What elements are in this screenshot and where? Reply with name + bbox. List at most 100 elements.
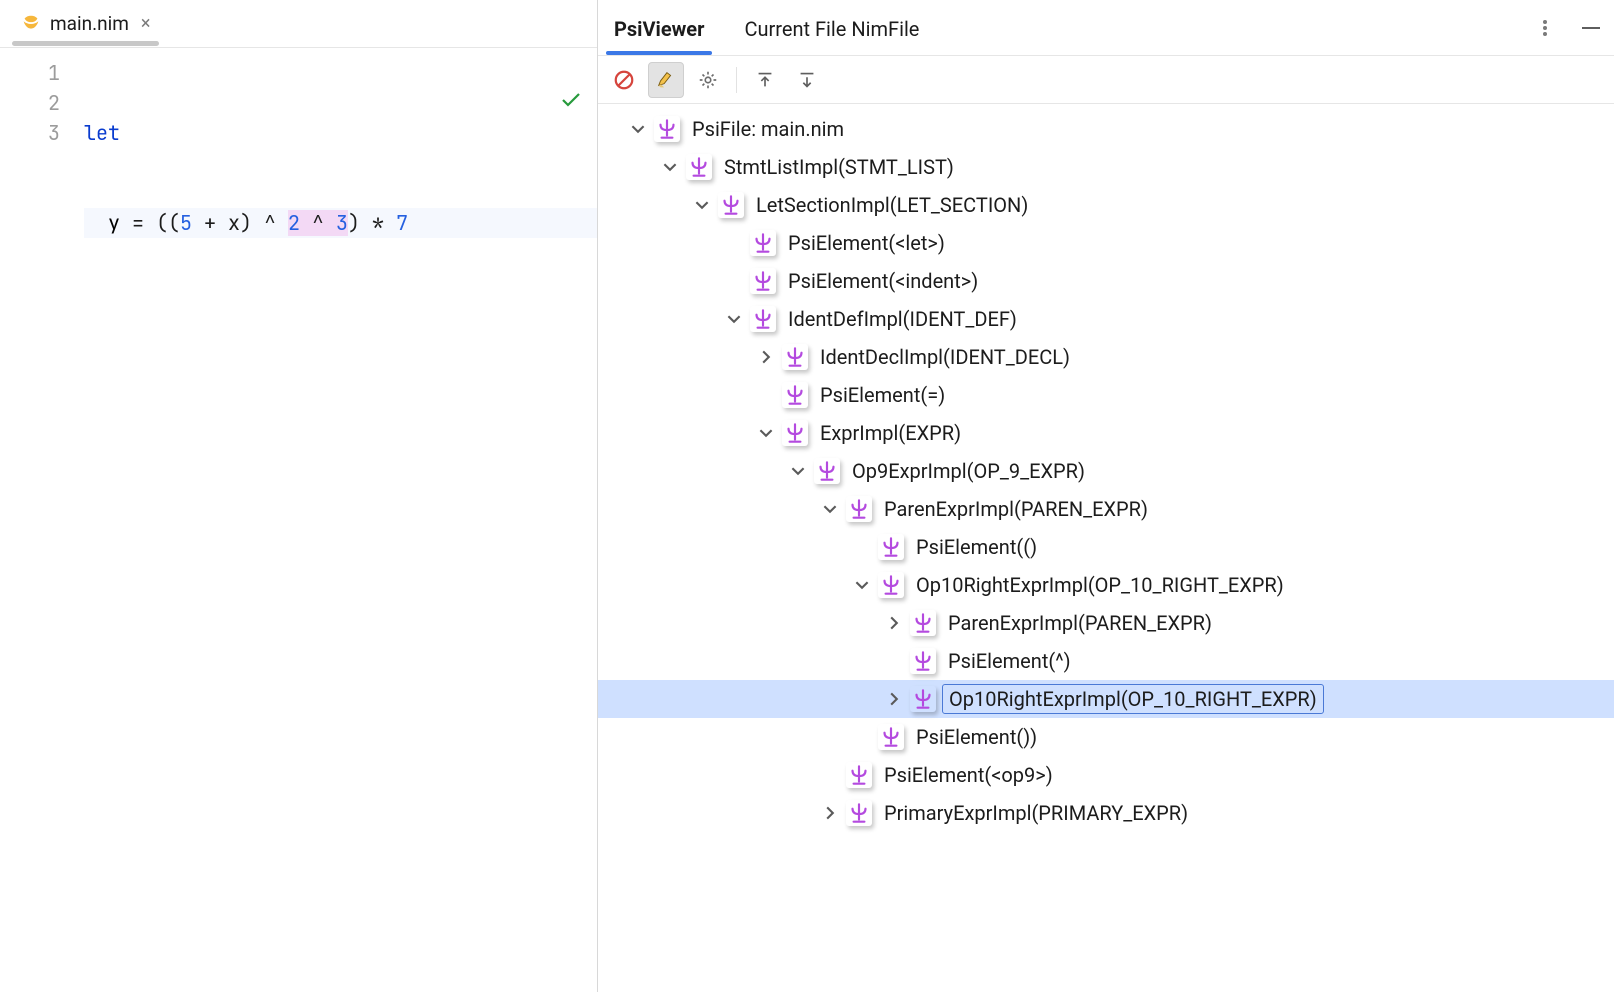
tree-row[interactable]: PsiElement(=) [598,376,1614,414]
psi-icon [750,268,776,294]
chevron-down-icon[interactable] [852,575,872,595]
tree-row[interactable]: ParenExprImpl(PAREN_EXPR) [598,490,1614,528]
twistie-none [820,765,840,785]
tree-row[interactable]: Op9ExprImpl(OP_9_EXPR) [598,452,1614,490]
tree-row[interactable]: PsiElement(<op9>) [598,756,1614,794]
psi-toolbar [598,56,1614,104]
tree-node-label: PsiElement(() [910,533,1043,561]
tree-row[interactable]: PsiElement(<indent>) [598,262,1614,300]
code-line: y = ((5 + x) ^ 2 ^ 3) * 7 [84,208,597,238]
tab-underline [12,41,159,46]
editor-tabs: main.nim × [0,0,597,48]
check-icon[interactable] [444,58,583,150]
psi-icon [910,610,936,636]
psi-tabs: PsiViewer Current File NimFile [610,0,923,55]
tree-node-label: PsiElement()) [910,723,1043,751]
tree-node-label: ParenExprImpl(PAREN_EXPR) [878,495,1154,523]
tree-node-label: PsiElement(^) [942,647,1077,675]
tree-node-label: PsiElement(=) [814,381,951,409]
chevron-down-icon[interactable] [820,499,840,519]
psi-icon [846,762,872,788]
twistie-none [852,537,872,557]
tree-row[interactable]: PsiFile: main.nim [598,110,1614,148]
tab-psiviewer[interactable]: PsiViewer [610,17,708,55]
twistie-none [852,727,872,747]
block-icon[interactable] [606,62,642,98]
tree-row[interactable]: PsiElement(^) [598,642,1614,680]
editor-tab-label: main.nim [50,12,129,35]
tree-node-label: Op10RightExprImpl(OP_10_RIGHT_EXPR) [910,571,1290,599]
psi-icon [910,686,936,712]
psi-icon [782,344,808,370]
tree-row[interactable]: Op10RightExprImpl(OP_10_RIGHT_EXPR) [598,680,1614,718]
tree-row[interactable]: PsiElement()) [598,718,1614,756]
tree-row[interactable]: PrimaryExprImpl(PRIMARY_EXPR) [598,794,1614,832]
psi-icon [910,648,936,674]
line-number: 2 [0,88,60,118]
tree-row[interactable]: IdentDefImpl(IDENT_DEF) [598,300,1614,338]
line-number: 3 [0,118,60,148]
psi-icon [846,496,872,522]
tree-row[interactable]: LetSectionImpl(LET_SECTION) [598,186,1614,224]
tree-node-label: PsiElement(<let>) [782,229,951,257]
psi-icon [814,458,840,484]
chevron-down-icon[interactable] [660,157,680,177]
highlight-icon[interactable] [648,62,684,98]
settings-icon[interactable] [690,62,726,98]
chevron-right-icon[interactable] [820,803,840,823]
tree-node-label: StmtListImpl(STMT_LIST) [718,153,960,181]
chevron-down-icon[interactable] [692,195,712,215]
psi-header-actions [1534,17,1602,39]
tree-node-label: Op10RightExprImpl(OP_10_RIGHT_EXPR) [942,684,1324,714]
chevron-down-icon[interactable] [724,309,744,329]
minimize-icon[interactable] [1580,17,1602,39]
psi-icon [654,116,680,142]
gutter: 1 2 3 [0,48,84,992]
psi-icon [782,382,808,408]
tree-node-label: IdentDefImpl(IDENT_DEF) [782,305,1023,333]
nim-file-icon [20,13,42,35]
psi-icon [878,572,904,598]
chevron-down-icon[interactable] [628,119,648,139]
editor-tab-main[interactable]: main.nim × [12,12,159,35]
editor-body[interactable]: 1 2 3 let y = ((5 + x) ^ 2 ^ 3) * 7 [0,48,597,992]
psi-header: PsiViewer Current File NimFile [598,0,1614,56]
tree-row[interactable]: PsiElement(<let>) [598,224,1614,262]
twistie-none [724,233,744,253]
chevron-right-icon[interactable] [756,347,776,367]
tree-node-label: IdentDeclImpl(IDENT_DECL) [814,343,1076,371]
psi-icon [750,306,776,332]
code-line [84,298,597,328]
separator [736,67,737,93]
tree-node-label: PsiElement(<op9>) [878,761,1059,789]
collapse-icon[interactable] [747,62,783,98]
tree-row[interactable]: StmtListImpl(STMT_LIST) [598,148,1614,186]
tree-row[interactable]: IdentDeclImpl(IDENT_DECL) [598,338,1614,376]
kebab-icon[interactable] [1534,17,1556,39]
twistie-none [884,651,904,671]
chevron-right-icon[interactable] [884,613,904,633]
tree-node-label: PsiElement(<indent>) [782,267,984,295]
tree-node-label: PsiFile: main.nim [686,115,850,143]
editor-panel: main.nim × 1 2 3 let y = ((5 + x) ^ 2 ^ … [0,0,598,992]
psi-tree[interactable]: PsiFile: main.nim StmtListImpl(STMT_LIST)… [598,104,1614,992]
tree-row[interactable]: Op10RightExprImpl(OP_10_RIGHT_EXPR) [598,566,1614,604]
chevron-right-icon[interactable] [884,689,904,709]
tree-row[interactable]: ExprImpl(EXPR) [598,414,1614,452]
tree-node-label: ParenExprImpl(PAREN_EXPR) [942,609,1218,637]
code-area[interactable]: let y = ((5 + x) ^ 2 ^ 3) * 7 [84,48,597,992]
twistie-none [756,385,776,405]
psi-panel: PsiViewer Current File NimFile PsiFile: … [598,0,1614,992]
tree-row[interactable]: PsiElement(() [598,528,1614,566]
expand-icon[interactable] [789,62,825,98]
close-icon[interactable]: × [141,13,151,34]
tree-row[interactable]: ParenExprImpl(PAREN_EXPR) [598,604,1614,642]
tree-node-label: PrimaryExprImpl(PRIMARY_EXPR) [878,799,1194,827]
twistie-none [724,271,744,291]
chevron-down-icon[interactable] [788,461,808,481]
tab-current-file[interactable]: Current File NimFile [740,17,923,55]
tree-node-label: LetSectionImpl(LET_SECTION) [750,191,1034,219]
chevron-down-icon[interactable] [756,423,776,443]
tree-node-label: ExprImpl(EXPR) [814,419,967,447]
psi-icon [846,800,872,826]
